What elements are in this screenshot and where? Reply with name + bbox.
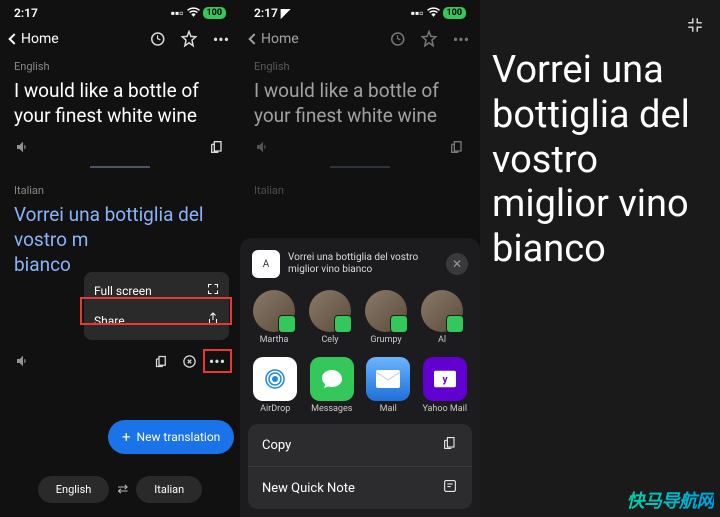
back-button[interactable]: Home (10, 31, 59, 47)
speaker-icon[interactable] (254, 138, 272, 156)
swap-icon[interactable]: ⇄ (117, 482, 128, 497)
sheet-app-icon: A (252, 250, 280, 278)
contact-item[interactable]: Cely (306, 290, 354, 345)
close-fullscreen-button[interactable] (684, 14, 706, 36)
wifi-icon (427, 6, 440, 20)
more-icon-2[interactable]: ••• (208, 352, 226, 370)
source-text[interactable]: I would like a bottle of your finest whi… (0, 77, 240, 138)
avatar (253, 290, 295, 332)
screenshot-panel-2: 2:17 ◤ ▪▪▫ 100 Home ••• English I would … (240, 0, 480, 517)
signal-icon: ▪▪▫ (411, 6, 424, 20)
back-button[interactable]: Home (250, 31, 299, 47)
signal-icon: ▪▪▫ (171, 6, 184, 20)
chevron-left-icon (8, 33, 19, 44)
location-icon: ◤ (281, 6, 290, 20)
sheet-actions: Copy New Quick Note (248, 424, 472, 509)
status-time: 2:17 (14, 6, 38, 20)
status-bar: 2:17 ▪▪▫ 100 (0, 0, 240, 24)
screenshot-panel-1: 2:17 ▪▪▫ 100 Home ••• English I would li… (0, 0, 240, 517)
status-bar: 2:17 ◤ ▪▪▫ 100 (240, 0, 480, 24)
language-switcher: English ⇄ Italian (0, 476, 240, 503)
copy-icon-2[interactable] (152, 352, 170, 370)
google-icon[interactable] (180, 352, 198, 370)
messages-icon (310, 357, 354, 401)
expand-icon (207, 283, 219, 298)
highlight-box-share (80, 297, 232, 325)
star-icon[interactable] (180, 30, 198, 48)
apps-row: AirDrop Messages Mail yYahoo Mail (240, 351, 480, 424)
watermark: 快马导航网 (627, 487, 715, 513)
contact-item[interactable]: Al (418, 290, 466, 345)
more-icon[interactable]: ••• (212, 30, 230, 48)
copy-action-icon (442, 435, 458, 455)
new-translation-button[interactable]: + New translation (108, 420, 234, 454)
battery-indicator: 100 (203, 7, 227, 19)
contact-item[interactable]: Grumpy (362, 290, 410, 345)
chevron-left-icon (248, 33, 259, 44)
app-messages[interactable]: Messages (309, 357, 356, 414)
source-lang-label: English (240, 54, 480, 77)
source-text: I would like a bottle of your finest whi… (240, 77, 480, 138)
avatar (421, 290, 463, 332)
history-icon[interactable] (388, 30, 406, 48)
target-lang-label: Italian (0, 178, 240, 201)
star-icon[interactable] (420, 30, 438, 48)
translated-text[interactable]: Vorrei una bottiglia del vostro mbianco (0, 201, 240, 281)
airdrop-icon (253, 357, 297, 401)
divider (330, 166, 390, 168)
contact-item[interactable]: Martha (250, 290, 298, 345)
wifi-icon (187, 6, 200, 20)
app-airdrop[interactable]: AirDrop (252, 357, 299, 414)
share-sheet: A Vorrei una bottiglia del vostro miglio… (240, 238, 480, 517)
source-lang-label: English (0, 54, 240, 77)
screenshot-panel-3: Vorrei una bottiglia del vostro miglior … (480, 0, 720, 517)
sheet-title: Vorrei una bottiglia del vostro miglior … (288, 252, 438, 277)
fullscreen-text: Vorrei una bottiglia del vostro miglior … (480, 0, 720, 272)
lang-button-left[interactable]: English (38, 476, 110, 503)
action-quicknote[interactable]: New Quick Note (248, 467, 472, 509)
app-mail[interactable]: Mail (365, 357, 412, 414)
contacts-row: Martha Cely Grumpy Al (240, 286, 480, 351)
nav-bar: Home ••• (0, 24, 240, 54)
quicknote-icon (442, 478, 458, 498)
action-copy[interactable]: Copy (248, 424, 472, 467)
close-sheet-button[interactable]: ✕ (446, 253, 468, 275)
divider (90, 166, 150, 168)
more-icon[interactable]: ••• (452, 30, 470, 48)
app-yahoomail[interactable]: yYahoo Mail (422, 357, 469, 414)
speaker-icon-2[interactable] (14, 352, 32, 370)
avatar (365, 290, 407, 332)
target-lang-label: Italian (240, 178, 480, 201)
mail-icon (366, 357, 410, 401)
yahoo-mail-icon: y (423, 357, 467, 401)
battery-indicator: 100 (443, 7, 467, 19)
avatar (309, 290, 351, 332)
history-icon[interactable] (148, 30, 166, 48)
copy-icon[interactable] (448, 138, 466, 156)
copy-icon[interactable] (208, 138, 226, 156)
nav-bar: Home ••• (240, 24, 480, 54)
speaker-icon[interactable] (14, 138, 32, 156)
lang-button-right[interactable]: Italian (136, 476, 202, 503)
